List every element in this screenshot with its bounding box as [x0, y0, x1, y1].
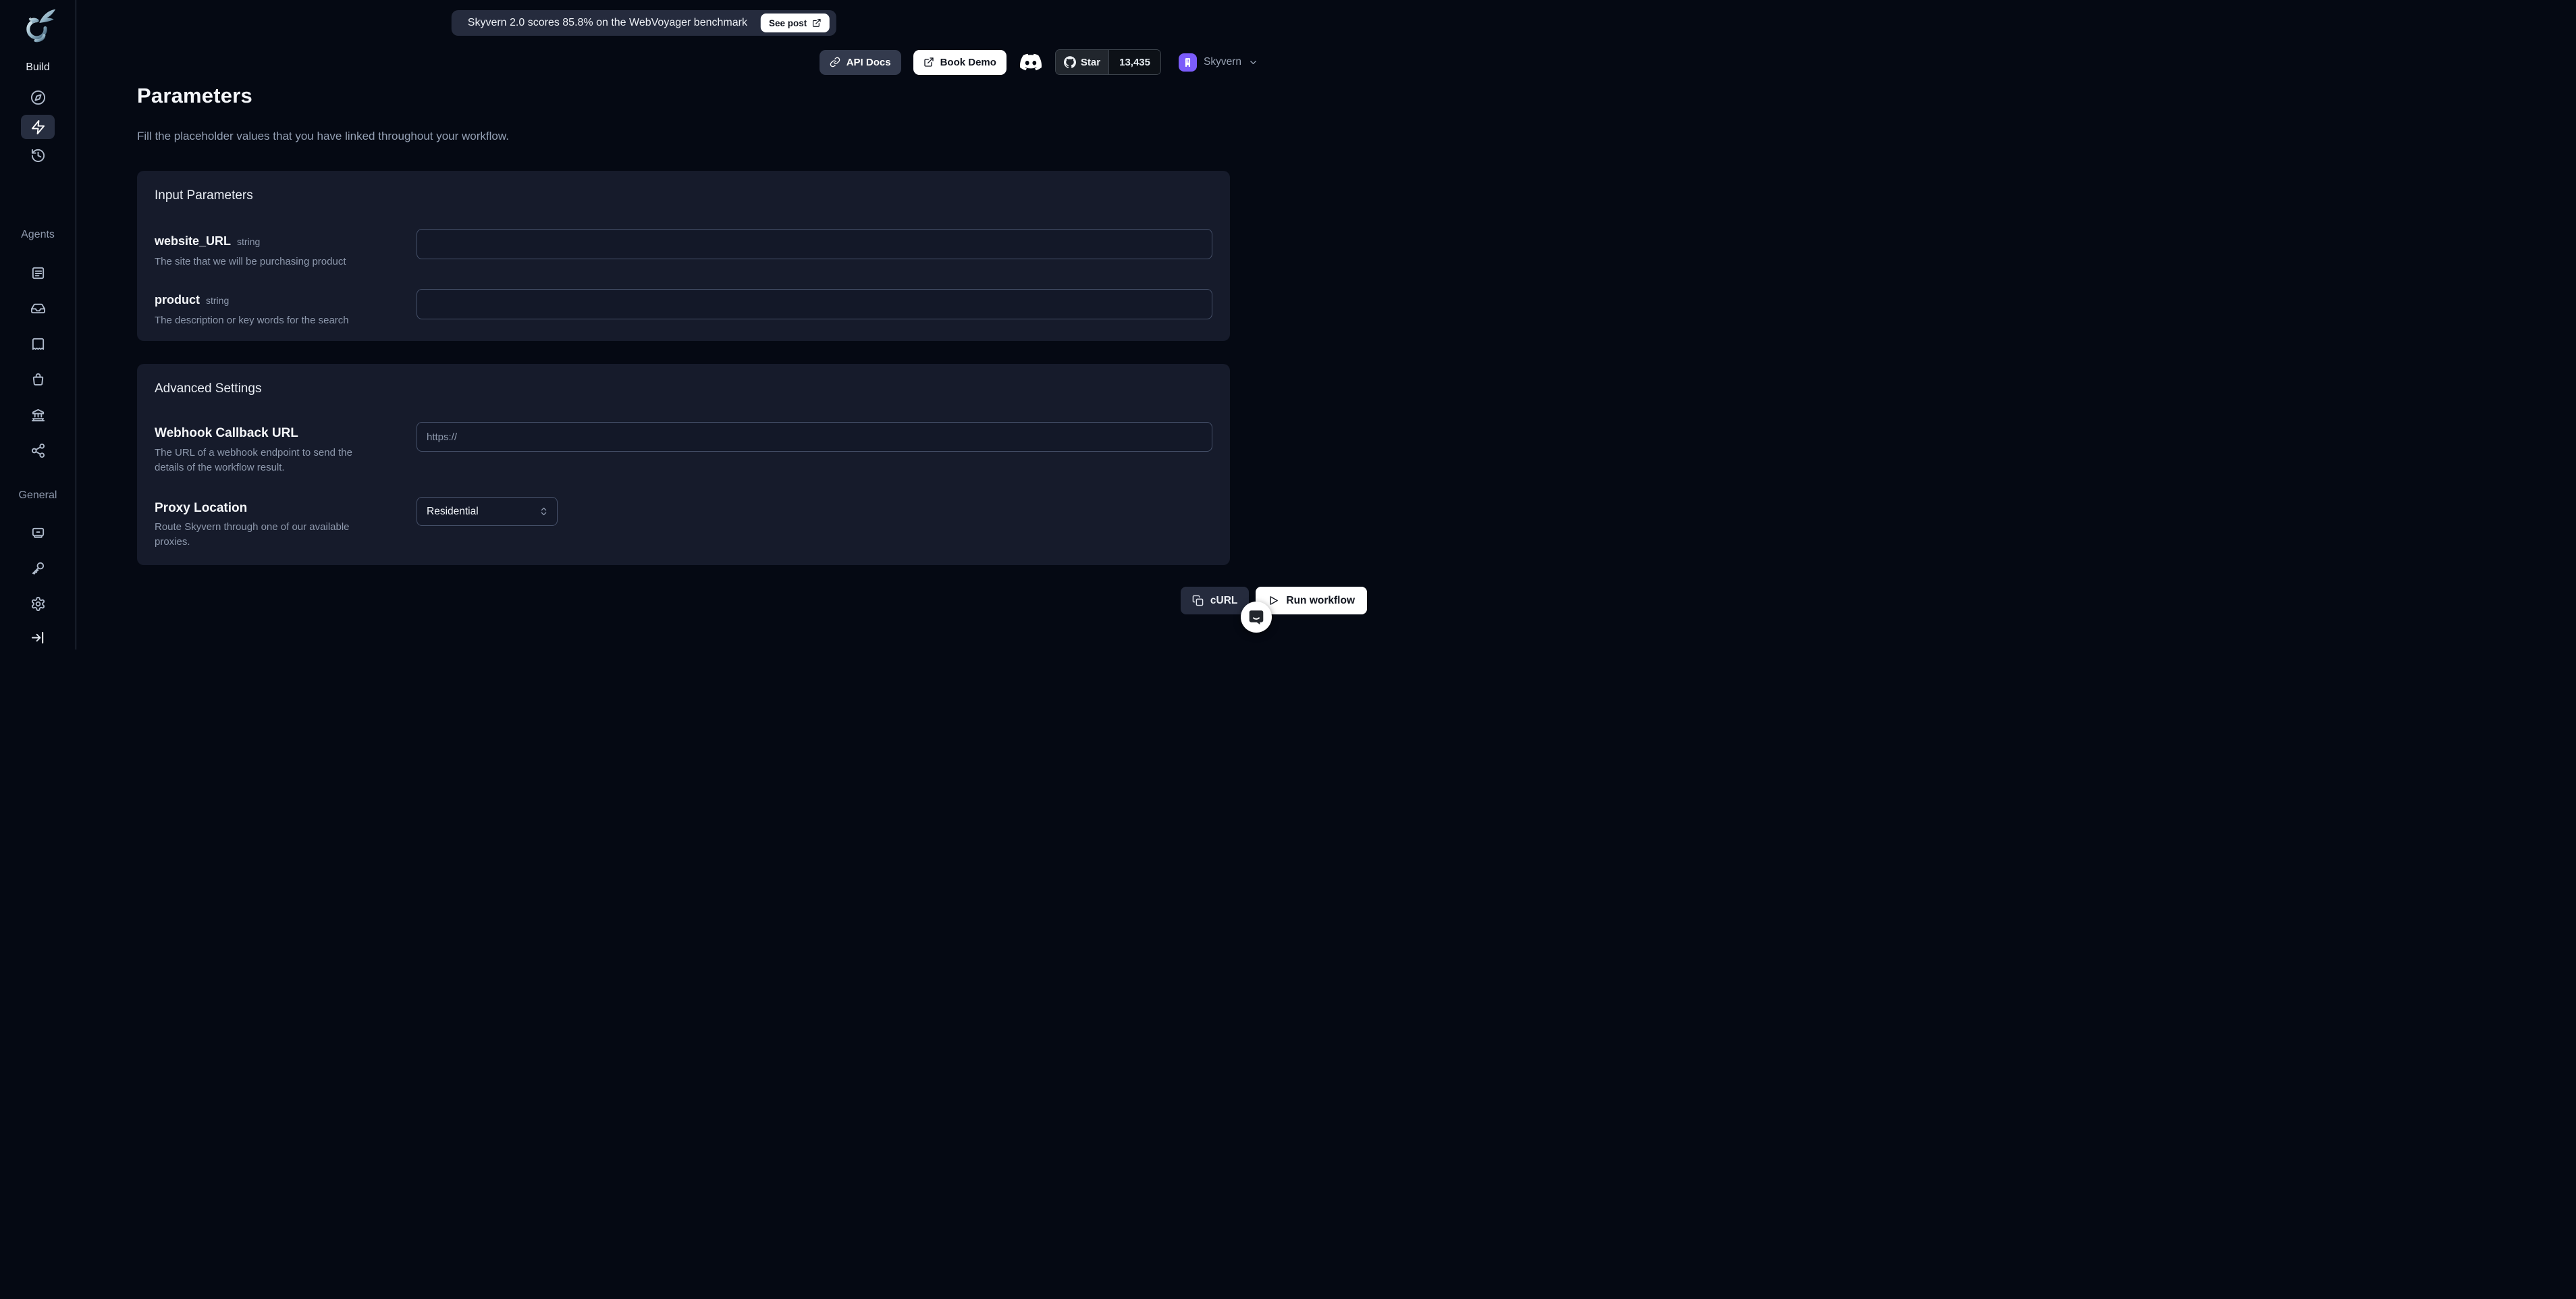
- bank-icon: [30, 407, 46, 423]
- curl-label: cURL: [1210, 595, 1237, 607]
- run-workflow-label: Run workflow: [1286, 595, 1355, 607]
- webhook-url-input[interactable]: [417, 422, 1212, 452]
- github-star-label: Star: [1081, 57, 1100, 68]
- history-icon: [30, 148, 46, 163]
- sidebar-item-receipt-agent[interactable]: [21, 332, 55, 356]
- collapse-sidebar-button[interactable]: [21, 625, 55, 650]
- run-workflow-button[interactable]: Run workflow: [1256, 587, 1367, 614]
- website-url-input[interactable]: [417, 229, 1212, 259]
- skyvern-dragon-logo: [20, 8, 56, 45]
- parameter-description: The description or key words for the sea…: [155, 313, 349, 328]
- curl-button[interactable]: cURL: [1181, 587, 1249, 614]
- inbox-icon: [30, 300, 46, 316]
- chevrons-up-down-icon: [539, 506, 549, 516]
- book-demo-button[interactable]: Book Demo: [913, 50, 1007, 75]
- sidebar-item-api-keys[interactable]: [21, 556, 55, 580]
- proxy-location-select[interactable]: Residential: [417, 497, 558, 526]
- sidebar-item-settings[interactable]: [21, 591, 55, 616]
- sidebar-item-workflows[interactable]: [21, 115, 55, 139]
- external-link-icon: [812, 18, 822, 28]
- sidebar-item-inbox-agent[interactable]: [21, 296, 55, 320]
- input-parameters-title: Input Parameters: [155, 188, 253, 203]
- copy-icon: [1192, 595, 1204, 606]
- github-star-widget: Star 13,435: [1055, 49, 1161, 75]
- settings-gear-icon: [30, 596, 46, 612]
- book-demo-label: Book Demo: [940, 57, 996, 68]
- sidebar-item-billing[interactable]: [21, 521, 55, 545]
- sidebar: Build Agents: [0, 0, 76, 650]
- github-icon: [1064, 56, 1076, 68]
- parameter-type: string: [237, 236, 260, 247]
- parameter-description: The site that we will be purchasing prod…: [155, 255, 346, 269]
- building-icon: [1182, 57, 1193, 68]
- sidebar-item-purchasing-agent[interactable]: [21, 367, 55, 391]
- sidebar-section-general: General: [19, 489, 57, 502]
- chat-widget-button[interactable]: [1241, 602, 1272, 633]
- github-star-count[interactable]: 13,435: [1108, 50, 1160, 74]
- workflow-actions: cURL Run workflow: [274, 587, 1367, 614]
- arrow-right-to-line-icon: [30, 630, 46, 645]
- sidebar-section-build: Build: [26, 61, 50, 74]
- sidebar-item-integrations[interactable]: [21, 438, 55, 462]
- compass-icon: [30, 90, 46, 105]
- sidebar-section-agents: Agents: [21, 228, 55, 242]
- chat-bubble-icon: [1247, 608, 1265, 626]
- share-icon: [30, 443, 46, 458]
- announcement-banner: Skyvern 2.0 scores 85.8% on the WebVoyag…: [452, 10, 836, 36]
- sidebar-item-run-history[interactable]: [21, 143, 55, 167]
- external-link-icon: [923, 57, 934, 68]
- shopping-bag-icon: [30, 371, 46, 387]
- parameter-type: string: [206, 295, 229, 306]
- webhook-label: Webhook Callback URL: [155, 426, 298, 441]
- discord-icon: [1020, 51, 1042, 73]
- org-name: Skyvern: [1204, 56, 1241, 68]
- sidebar-item-invoice-agent[interactable]: [21, 261, 55, 285]
- proxy-location-label: Proxy Location: [155, 501, 247, 516]
- proxy-location-value: Residential: [427, 506, 479, 518]
- sidebar-item-discover[interactable]: [21, 85, 55, 109]
- parameter-row: website_URL string: [155, 234, 260, 248]
- discord-link[interactable]: [1020, 51, 1042, 73]
- see-post-button[interactable]: See post: [761, 14, 830, 32]
- api-docs-label: API Docs: [847, 57, 891, 68]
- advanced-settings-title: Advanced Settings: [155, 381, 261, 396]
- sidebar-item-banking-agent[interactable]: [21, 402, 55, 427]
- parameter-name: website_URL: [155, 234, 231, 248]
- main-header: API Docs Book Demo Star 13,435: [820, 49, 1258, 75]
- proxy-location-description: Route Skyvern through one of our availab…: [155, 520, 374, 550]
- org-menu-button[interactable]: Skyvern: [1179, 53, 1258, 72]
- page-title: Parameters: [137, 84, 252, 108]
- zap-icon: [30, 120, 46, 135]
- product-input[interactable]: [417, 289, 1212, 319]
- advanced-settings-card: Advanced Settings Webhook Callback URL T…: [137, 364, 1230, 565]
- credit-card-icon: [30, 525, 46, 541]
- chevron-down-icon: [1248, 57, 1258, 68]
- webhook-description: The URL of a webhook endpoint to send th…: [155, 446, 357, 475]
- skyvern-app: Build Agents: [0, 0, 1288, 650]
- see-post-label: See post: [769, 18, 807, 28]
- play-icon: [1268, 595, 1279, 606]
- invoice-icon: [30, 265, 46, 281]
- parameter-row: product string: [155, 293, 229, 307]
- input-parameters-card: Input Parameters website_URLstring The s…: [137, 171, 1230, 341]
- key-icon: [30, 560, 46, 576]
- api-docs-button[interactable]: API Docs: [820, 50, 901, 75]
- announcement-text: Skyvern 2.0 scores 85.8% on the WebVoyag…: [468, 17, 747, 29]
- parameter-name: product: [155, 293, 200, 307]
- skyvern-logo[interactable]: [20, 8, 56, 45]
- page-subtitle: Fill the placeholder values that you hav…: [137, 130, 509, 143]
- link-icon: [830, 57, 840, 68]
- receipt-icon: [30, 336, 46, 352]
- org-avatar: [1179, 53, 1197, 72]
- github-star-button[interactable]: Star: [1056, 50, 1108, 74]
